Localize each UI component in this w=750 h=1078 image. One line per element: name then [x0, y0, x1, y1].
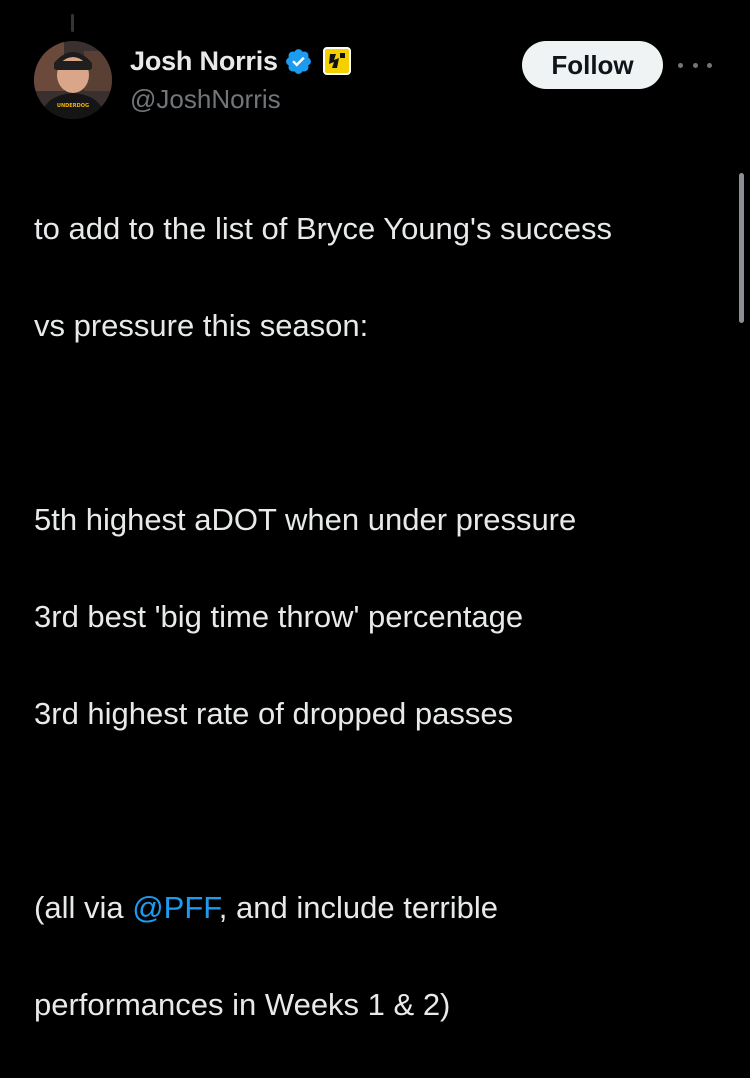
author-handle[interactable]: @JoshNorris: [130, 84, 351, 115]
tweet-text: to add to the list of Bryce Young's succ…: [34, 156, 724, 1078]
tweet-line: (all via @PFF, and include terrible: [34, 884, 724, 933]
thread-connector-line: [71, 14, 74, 32]
display-name[interactable]: Josh Norris: [130, 46, 278, 77]
name-row: Josh Norris: [130, 42, 351, 80]
more-dot: [707, 62, 712, 68]
more-options-icon[interactable]: [678, 53, 712, 77]
more-dot: [678, 62, 683, 68]
verified-badge-icon[interactable]: [284, 47, 313, 76]
author-block: Josh Norris @JoshNorris: [130, 42, 351, 115]
tweet-line: to add to the list of Bryce Young's succ…: [34, 210, 613, 246]
tweet-line: 3rd highest rate of dropped passes: [34, 695, 514, 731]
underdog-affiliate-icon[interactable]: [322, 47, 351, 75]
avatar-image: UNDERDOG: [34, 41, 112, 119]
avatar-shirt-text: UNDERDOG: [57, 103, 89, 109]
more-dot: [692, 62, 698, 68]
tweet-text-fragment: , and include terrible: [218, 889, 498, 925]
follow-button[interactable]: Follow: [522, 41, 663, 89]
avatar[interactable]: UNDERDOG: [34, 41, 112, 119]
scrollbar[interactable]: [739, 173, 744, 323]
tweet-line: 5th highest aDOT when under pressure: [34, 501, 577, 537]
mention-link[interactable]: @PFF: [132, 890, 219, 925]
tweet-line: vs pressure this season:: [34, 307, 369, 343]
tweet-line: 3rd best 'big time throw' percentage: [34, 598, 524, 634]
tweet-text-fragment: (all via: [34, 889, 133, 925]
tweet-line: performances in Weeks 1 & 2): [34, 986, 451, 1022]
